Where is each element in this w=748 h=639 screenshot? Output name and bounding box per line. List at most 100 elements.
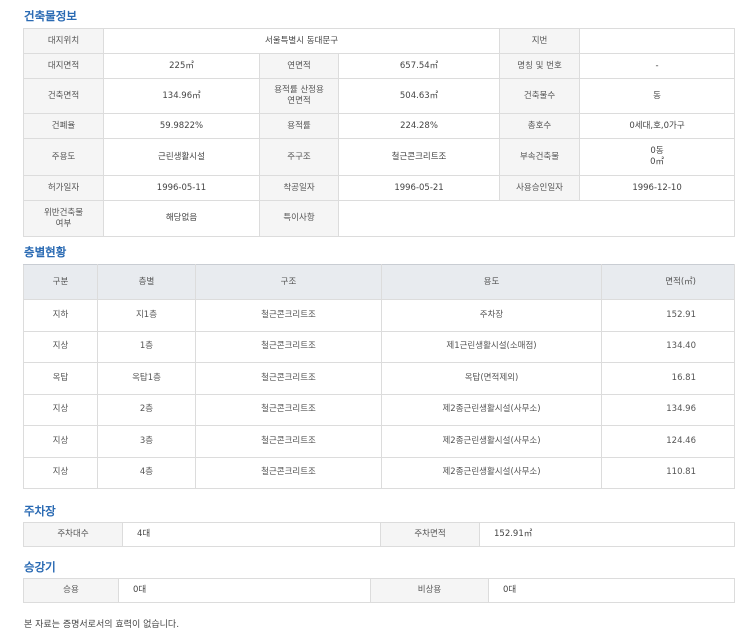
floor-column-header: 용도 (381, 264, 602, 300)
building-info-value: 224.28% (337, 113, 501, 139)
floor-cell: 철근콘크리트조 (195, 393, 382, 426)
building-info-row: 건폐율 59.9822% 용적률 224.28% 총호수 0세대,호,0가구 (23, 113, 736, 139)
building-info-value: 0세대,호,0가구 (579, 113, 736, 139)
building-info-label: 위반건축물 여부 (23, 200, 104, 237)
building-info-label: 건축면적 (23, 78, 104, 114)
building-info-value (579, 28, 736, 54)
building-info-row: 대지위치 서울특별시 동대문구 지번 (23, 28, 736, 54)
floor-cell: 철근콘크리트조 (195, 330, 382, 363)
parking-row: 주차대수 4대 주차면적 152.91㎡ (23, 522, 735, 547)
elevator-emergency-label: 비상용 (370, 578, 489, 603)
building-info-row: 건축면적 134.96㎡ 용적률 산정용 연면적 504.63㎡ 건축물수 동 (23, 78, 736, 114)
building-info-value: 철근콘크리트조 (337, 138, 501, 176)
elevator-emergency-value: 0대 (488, 578, 735, 603)
floor-cell: 철근콘크리트조 (195, 456, 382, 489)
parking-area-label: 주차면적 (380, 522, 480, 547)
floor-column-header: 면적(㎡) (601, 264, 735, 300)
building-info-value: 59.9822% (103, 113, 260, 139)
floor-column-header: 구분 (23, 264, 98, 300)
building-info-label: 주구조 (259, 138, 339, 176)
building-info-value: 225㎡ (103, 53, 260, 79)
floor-cell: 제2종근린생활시설(사무소) (381, 393, 602, 426)
building-info-label: 특이사항 (259, 200, 339, 237)
building-info-value: 0동 0㎡ (579, 138, 736, 176)
building-info-value: 1996-05-21 (337, 175, 501, 201)
parking-count-value: 4대 (122, 522, 381, 547)
floor-cell: 옥탑1층 (97, 362, 196, 395)
building-info-row: 허가일자 1996-05-11 착공일자 1996-05-21 사용승인일자 1996-1… (23, 175, 736, 201)
floor-cell: 134.40 (601, 330, 735, 363)
building-info-label: 사용승인일자 (499, 175, 581, 201)
floor-cell: 제2종근린생활시설(사무소) (381, 456, 602, 489)
floor-cell: 철근콘크리트조 (195, 425, 382, 458)
floor-cell: 지상 (23, 330, 98, 363)
elevator-title: 승강기 (24, 560, 56, 574)
building-info-table: 대지위치 서울특별시 동대문구 지번 대지면적 225㎡ 연면적 657.54㎡ 명칭 및 번… (23, 28, 736, 237)
parking-count-label: 주차대수 (23, 522, 123, 547)
building-info-value: 134.96㎡ (103, 78, 260, 114)
floor-row: 지상 2층 철근콘크리트조 제2종근린생활시설(사무소) 134.96 (23, 393, 735, 426)
floor-row: 지상 4층 철근콘크리트조 제2종근린생활시설(사무소) 110.81 (23, 456, 735, 489)
floor-row: 지하 지1층 철근콘크리트조 주차장 152.91 (23, 299, 735, 332)
building-info-row: 대지면적 225㎡ 연면적 657.54㎡ 명칭 및 번호 - (23, 53, 736, 79)
floor-status-title: 층별현황 (24, 245, 67, 259)
floor-row: 지상 1층 철근콘크리트조 제1근린생활시설(소매점) 134.40 (23, 330, 735, 363)
parking-title: 주차장 (24, 504, 56, 518)
building-info-label: 허가일자 (23, 175, 104, 201)
parking-area-value: 152.91㎡ (479, 522, 735, 547)
floor-cell: 124.46 (601, 425, 735, 458)
building-info-value: 504.63㎡ (337, 78, 501, 114)
building-info-value: 근린생활시설 (103, 138, 260, 176)
building-info-value: 동 (579, 78, 736, 114)
floor-column-header: 층별 (97, 264, 196, 300)
building-info-value (337, 200, 736, 237)
floor-cell: 16.81 (601, 362, 735, 395)
floor-cell: 152.91 (601, 299, 735, 332)
floor-cell: 2층 (97, 393, 196, 426)
floor-status-table: 구분 층별 구조 용도 면적(㎡) 지하 지1층 철근콘크리트조 주차장 152.91 지상 1층 철… (23, 264, 735, 489)
floor-row: 옥탑 옥탑1층 철근콘크리트조 옥탑(면적제외) 16.81 (23, 362, 735, 395)
floor-cell: 지상 (23, 393, 98, 426)
floor-cell: 주차장 (381, 299, 602, 332)
floor-cell: 3층 (97, 425, 196, 458)
floor-cell: 110.81 (601, 456, 735, 489)
building-info-label: 연면적 (259, 53, 339, 79)
building-info-value: 1996-12-10 (579, 175, 736, 201)
building-info-label: 용적률 (259, 113, 339, 139)
elevator-passenger-label: 승용 (23, 578, 119, 603)
building-info-label: 건축물수 (499, 78, 581, 114)
floor-cell: 지하 (23, 299, 98, 332)
building-info-row: 위반건축물 여부 해당없음 특이사항 (23, 200, 736, 237)
floor-column-header: 구조 (195, 264, 382, 300)
floor-cell: 철근콘크리트조 (195, 362, 382, 395)
building-info-label: 주용도 (23, 138, 104, 176)
elevator-table: 승용 0대 비상용 0대 (23, 578, 735, 603)
building-info-label: 명칭 및 번호 (499, 53, 581, 79)
building-info-label: 부속건축물 (499, 138, 581, 176)
floor-cell: 134.96 (601, 393, 735, 426)
disclaimer-note: 본 자료는 증명서로서의 효력이 없습니다. (24, 620, 180, 630)
building-info-label: 용적률 산정용 연면적 (259, 78, 339, 114)
parking-table: 주차대수 4대 주차면적 152.91㎡ (23, 522, 735, 547)
building-info-value: 해당없음 (103, 200, 260, 237)
floor-cell: 철근콘크리트조 (195, 299, 382, 332)
building-info-title: 건축물정보 (24, 9, 77, 23)
building-info-value: - (579, 53, 736, 79)
building-info-row: 주용도 근린생활시설 주구조 철근콘크리트조 부속건축물 0동 0㎡ (23, 138, 736, 176)
building-info-label: 대지위치 (23, 28, 104, 54)
building-info-label: 건폐율 (23, 113, 104, 139)
floor-cell: 지상 (23, 425, 98, 458)
building-info-value: 1996-05-11 (103, 175, 260, 201)
building-info-value: 657.54㎡ (337, 53, 501, 79)
floor-cell: 제1근린생활시설(소매점) (381, 330, 602, 363)
building-info-label: 총호수 (499, 113, 581, 139)
floor-cell: 4층 (97, 456, 196, 489)
floor-row: 지상 3층 철근콘크리트조 제2종근린생활시설(사무소) 124.46 (23, 425, 735, 458)
building-info-value: 서울특별시 동대문구 (102, 28, 501, 54)
floor-cell: 지상 (23, 456, 98, 489)
elevator-row: 승용 0대 비상용 0대 (23, 578, 735, 603)
floor-cell: 제2종근린생활시설(사무소) (381, 425, 602, 458)
floor-cell: 옥탑 (23, 362, 98, 395)
building-info-label: 착공일자 (259, 175, 339, 201)
building-info-label: 지번 (499, 28, 581, 54)
